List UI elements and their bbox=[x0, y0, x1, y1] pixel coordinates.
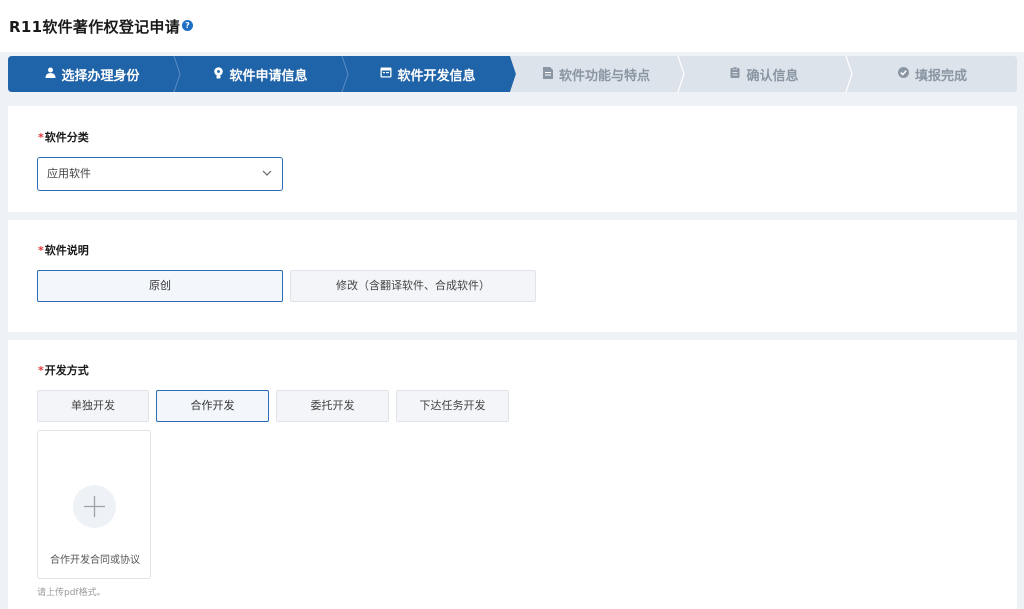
upload-button[interactable] bbox=[73, 485, 116, 528]
option-modified[interactable]: 修改（含翻译软件、合成软件） bbox=[290, 270, 536, 302]
upload-hint: 请上传pdf格式。 bbox=[37, 588, 106, 598]
option-commissioned-development[interactable]: 委托开发 bbox=[276, 390, 389, 422]
document-icon bbox=[542, 66, 554, 82]
option-assigned-task-development[interactable]: 下达任务开发 bbox=[396, 390, 509, 422]
step-label: 软件申请信息 bbox=[229, 68, 308, 84]
chevron-down-icon bbox=[262, 170, 272, 176]
required-mark: * bbox=[38, 364, 44, 377]
step-software-application-info[interactable]: 软件申请信息 bbox=[176, 56, 344, 92]
option-cooperative-development[interactable]: 合作开发 bbox=[156, 390, 269, 422]
step-label: 选择办理身份 bbox=[61, 68, 140, 84]
step-label: 软件功能与特点 bbox=[558, 68, 650, 84]
required-mark: * bbox=[38, 244, 44, 257]
software-description-label-text: 软件说明 bbox=[44, 244, 89, 257]
software-category-label: *软件分类 bbox=[38, 129, 89, 145]
step-label: 填报完成 bbox=[914, 68, 967, 84]
step-label: 软件开发信息 bbox=[397, 68, 476, 84]
page-header: R11软件著作权登记申请 ? bbox=[0, 0, 1024, 52]
software-category-select[interactable]: 应用软件 bbox=[37, 157, 283, 191]
lightbulb-icon bbox=[212, 66, 224, 82]
contract-upload-box[interactable]: 合作开发合同或协议 bbox=[37, 430, 151, 579]
option-independent-development[interactable]: 单独开发 bbox=[37, 390, 149, 422]
required-mark: * bbox=[38, 131, 44, 144]
clipboard-icon bbox=[729, 66, 741, 81]
software-description-section: *软件说明 原创 修改（含翻译软件、合成软件） bbox=[8, 220, 1017, 332]
plus-icon bbox=[84, 496, 105, 517]
development-method-section: *开发方式 单独开发 合作开发 委托开发 下达任务开发 合作开发合同或协议 请上… bbox=[8, 340, 1017, 609]
software-category-section: *软件分类 应用软件 bbox=[8, 106, 1017, 212]
progress-stepper: 选择办理身份 软件申请信息 软件开发信息 软件功能与特点 确认信息 填报完成 bbox=[8, 56, 1017, 92]
software-category-label-text: 软件分类 bbox=[44, 131, 89, 144]
check-circle-icon bbox=[898, 67, 910, 81]
user-icon bbox=[44, 67, 56, 81]
help-icon[interactable]: ? bbox=[182, 20, 193, 31]
step-select-identity[interactable]: 选择办理身份 bbox=[8, 56, 176, 92]
page-title: R11软件著作权登记申请 bbox=[9, 18, 181, 36]
option-original[interactable]: 原创 bbox=[37, 270, 283, 302]
development-method-label: *开发方式 bbox=[38, 362, 89, 378]
software-category-value: 应用软件 bbox=[47, 167, 91, 180]
upload-label: 合作开发合同或协议 bbox=[50, 555, 140, 566]
step-software-features[interactable]: 软件功能与特点 bbox=[512, 56, 680, 92]
step-label: 确认信息 bbox=[746, 68, 799, 84]
step-confirm-info[interactable]: 确认信息 bbox=[680, 56, 848, 92]
step-software-development-info[interactable]: 软件开发信息 bbox=[344, 56, 512, 92]
window-icon bbox=[380, 67, 392, 81]
development-method-label-text: 开发方式 bbox=[44, 364, 89, 377]
step-complete[interactable]: 填报完成 bbox=[848, 56, 1017, 92]
software-description-label: *软件说明 bbox=[38, 242, 89, 258]
